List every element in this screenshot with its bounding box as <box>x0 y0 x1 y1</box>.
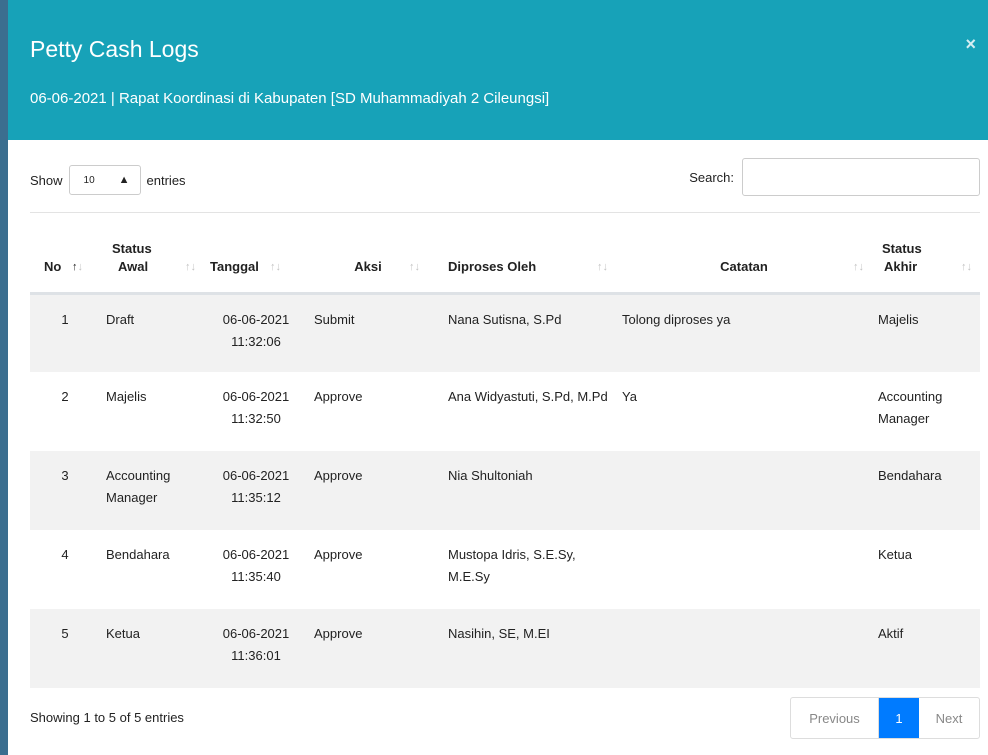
table-info: Showing 1 to 5 of 5 entries <box>30 710 184 725</box>
cell-aksi: Submit <box>314 311 355 327</box>
cell-no: 2 <box>61 389 69 404</box>
sort-icon: ↑︎↓︎ <box>270 260 281 273</box>
cell-status-awal: Draft <box>106 311 135 327</box>
close-icon[interactable]: × <box>965 34 976 55</box>
cell-status-awal: Majelis <box>106 389 147 404</box>
cell-catatan: Tolong diproses ya <box>622 311 731 327</box>
cell-tanggal: 06-06-2021 11:35:40 <box>222 547 290 584</box>
table-row: 1 Draft 06-06-2021 11:32:06 Submit Nana S… <box>30 293 980 372</box>
cell-status-akhir: Majelis <box>878 311 919 327</box>
modal-subtitle: 06-06-2021 | Rapat Koordinasi di Kabupat… <box>30 90 550 107</box>
length-control: Show 10 ▲︎ entries <box>30 165 186 195</box>
cell-status-akhir: Ketua <box>878 547 912 562</box>
pagination: Previous 1 Next <box>790 697 980 739</box>
sort-icon: ↑︎↓︎ <box>961 260 972 273</box>
col-header-status-awal[interactable]: Status Awal ↑︎↓︎ <box>100 213 204 295</box>
cell-tanggal: 06-06-2021 11:36:01 <box>222 626 290 663</box>
cell-status-awal: Bendahara <box>106 547 170 562</box>
cell-tanggal: 06-06-2021 11:32:06 <box>222 311 290 349</box>
sort-icon: ↑︎↓︎ <box>185 260 196 273</box>
table-row: 4 Bendahara 06-06-2021 11:35:40 Approve M… <box>30 530 980 609</box>
cell-diproses-oleh: Nana Sutisna, S.Pd <box>448 311 562 327</box>
cell-status-akhir: Accounting Manager <box>878 389 943 426</box>
table-controls: Show 10 ▲︎ entries Search: <box>30 158 980 196</box>
cell-diproses-oleh: Nasihin, SE, M.EI <box>448 626 550 641</box>
select-arrows-icon: ▲︎ <box>118 174 130 186</box>
search-control: Search: <box>689 158 980 196</box>
cell-no: 5 <box>61 626 69 641</box>
cell-catatan: Ya <box>622 389 637 404</box>
cell-diproses-oleh: Nia Shultoniah <box>448 468 533 483</box>
entries-select-value: 10 <box>83 174 95 186</box>
col-header-status-akhir[interactable]: Status Akhir ↑︎↓︎ <box>872 213 980 295</box>
cell-tanggal: 06-06-2021 11:35:12 <box>222 468 290 505</box>
cell-catatan <box>616 530 872 609</box>
search-input[interactable] <box>742 158 980 196</box>
entries-label: entries <box>146 172 186 188</box>
table-row: 3 Accounting Manager 06-06-2021 11:35:12 … <box>30 451 980 530</box>
cell-status-akhir: Bendahara <box>878 468 942 483</box>
col-header-no[interactable]: No ↑︎↓︎ <box>30 213 100 295</box>
table-header-row: No ↑︎↓︎ Status Awal ↑︎↓︎ Tanggal ↑︎↓︎ Ak… <box>30 213 980 295</box>
show-label: Show <box>30 172 63 188</box>
logs-table: No ↑︎↓︎ Status Awal ↑︎↓︎ Tanggal ↑︎↓︎ Ak… <box>30 213 980 688</box>
cell-tanggal: 06-06-2021 11:32:50 <box>222 389 290 426</box>
cell-status-akhir: Aktif <box>878 626 904 641</box>
cell-aksi: Approve <box>314 468 363 483</box>
cell-no: 3 <box>61 468 69 483</box>
col-header-catatan[interactable]: Catatan ↑︎↓︎ <box>616 213 872 295</box>
sort-icon: ↑︎↓︎ <box>597 260 608 273</box>
next-button[interactable]: Next <box>919 698 979 738</box>
cell-diproses-oleh: Mustopa Idris, S.E.Sy, M.E.Sy <box>448 547 576 584</box>
sort-icon: ↑︎↓︎ <box>409 260 420 273</box>
cell-catatan <box>616 609 872 688</box>
background-edge <box>0 0 8 755</box>
col-header-diproses-oleh[interactable]: Diproses Oleh ↑︎↓︎ <box>428 213 616 295</box>
page-1-button[interactable]: 1 <box>879 698 919 738</box>
cell-catatan <box>616 451 872 530</box>
cell-aksi: Approve <box>314 626 363 641</box>
cell-diproses-oleh: Ana Widyastuti, S.Pd, M.Pd <box>448 389 608 404</box>
cell-no: 4 <box>61 547 69 562</box>
col-header-aksi[interactable]: Aksi ↑︎↓︎ <box>308 213 428 295</box>
sort-asc-icon: ↑︎↓︎ <box>72 260 83 273</box>
col-header-tanggal[interactable]: Tanggal ↑︎↓︎ <box>204 213 308 295</box>
cell-status-awal: Accounting Manager <box>106 468 171 505</box>
entries-select[interactable]: 10 ▲︎ <box>68 165 141 195</box>
search-label: Search: <box>689 169 734 185</box>
cell-aksi: Approve <box>314 389 363 404</box>
modal-title: Petty Cash Logs <box>30 36 199 62</box>
cell-no: 1 <box>61 311 69 327</box>
cell-aksi: Approve <box>314 547 363 562</box>
modal-header: Petty Cash Logs 06-06-2021 | Rapat Koord… <box>8 0 988 140</box>
cell-status-awal: Ketua <box>106 626 140 641</box>
table-row: 2 Majelis 06-06-2021 11:32:50 Approve Ana… <box>30 372 980 451</box>
previous-button[interactable]: Previous <box>791 698 879 738</box>
sort-icon: ↑︎↓︎ <box>853 260 864 273</box>
table-row: 5 Ketua 06-06-2021 11:36:01 Approve Nasih… <box>30 609 980 688</box>
